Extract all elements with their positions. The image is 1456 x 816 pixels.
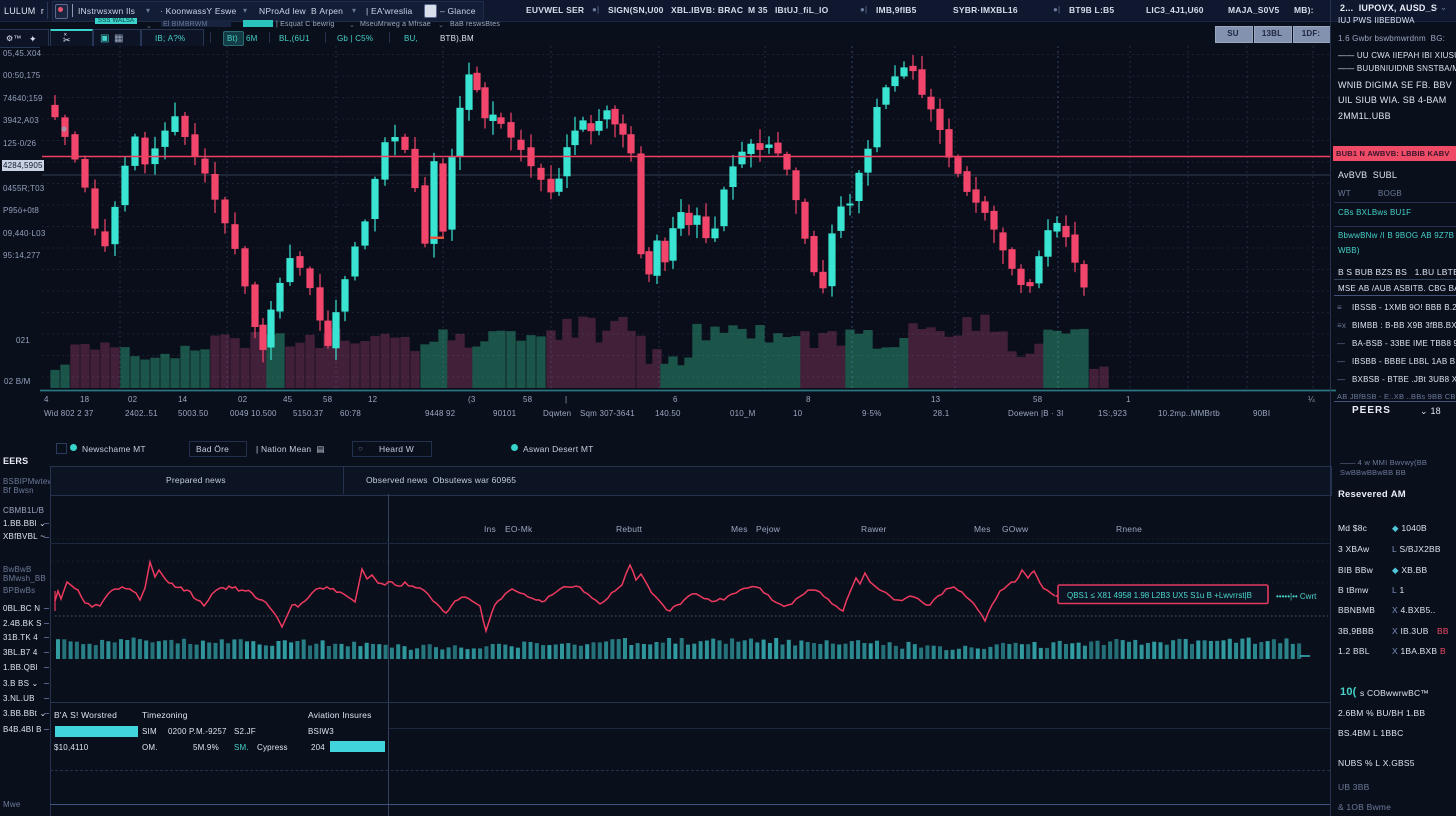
svg-text:•••••|•• Cwrt: •••••|•• Cwrt bbox=[1276, 592, 1317, 601]
svg-text:QBS1 ≤ X81 4958 1.98 L2B3 UX: QBS1 ≤ X81 4958 1.98 L2B3 UX5 S1u B +Lwv… bbox=[1067, 591, 1252, 600]
